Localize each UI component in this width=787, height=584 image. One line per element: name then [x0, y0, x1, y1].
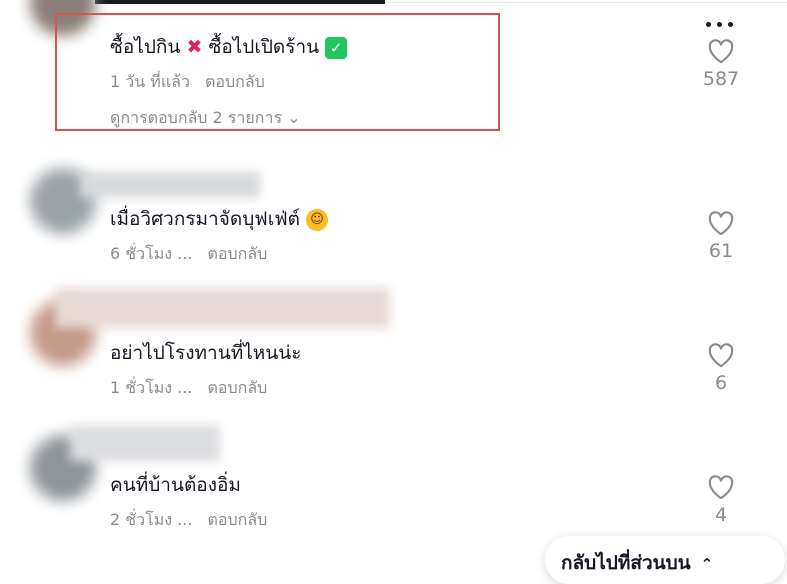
comment-time: 6 ชั่วโมง ...	[110, 244, 193, 263]
divider	[385, 2, 787, 3]
video-progress-bar	[95, 0, 385, 4]
username[interactable]	[80, 172, 260, 198]
comment-text-part: อย่าไปโรงทานที่ไหนน่ะ	[110, 342, 302, 364]
like-button[interactable]: 587	[691, 38, 751, 90]
heart-outline-icon	[708, 39, 734, 64]
comment-text: เมื่อวิศวกรมาจัดบุฟเฟ่ต์ ☺	[110, 206, 329, 232]
comment-text: อย่าไปโรงทานที่ไหนน่ะ	[110, 340, 301, 366]
reply-button[interactable]: ตอบกลับ	[208, 510, 268, 529]
like-count: 4	[714, 504, 728, 526]
like-count: 6	[714, 372, 728, 394]
highlight-box	[55, 13, 500, 131]
comment-meta: 1 ชั่วโมง ... ตอบกลับ	[110, 378, 301, 398]
laughing-emoji: ☺	[306, 208, 329, 231]
more-horizontal-icon	[706, 22, 711, 27]
heart-outline-icon	[708, 475, 734, 500]
heart-outline-icon	[708, 343, 734, 368]
comment-meta: 6 ชั่วโมง ... ตอบกลับ	[110, 244, 328, 264]
heart-outline-icon	[708, 211, 734, 236]
comment-item: คนที่บ้านต้องอิ่ม 2 ชั่วโมง ... ตอบกลับ	[110, 472, 267, 530]
comment-time: 2 ชั่วโมง ...	[110, 510, 193, 529]
reply-button[interactable]: ตอบกลับ	[208, 378, 268, 397]
username[interactable]	[55, 288, 390, 328]
like-button[interactable]: 6	[691, 342, 751, 394]
like-button[interactable]: 61	[691, 210, 751, 262]
comment-item: อย่าไปโรงทานที่ไหนน่ะ 1 ชั่วโมง ... ตอบก…	[110, 340, 301, 398]
more-dot	[717, 22, 722, 27]
comment-text-part: เมื่อวิศวกรมาจัดบุฟเฟ่ต์	[110, 208, 300, 230]
username[interactable]	[70, 425, 220, 461]
like-count: 587	[702, 68, 740, 90]
comment-item: เมื่อวิศวกรมาจัดบุฟเฟ่ต์ ☺ 6 ชั่วโมง ...…	[110, 206, 329, 264]
comment-text-part: คนที่บ้านต้องอิ่ม	[110, 474, 241, 496]
like-count: 61	[708, 240, 734, 262]
more-dot	[728, 22, 733, 27]
like-button[interactable]: 4	[691, 474, 751, 526]
comment-time: 1 ชั่วโมง ...	[110, 378, 193, 397]
more-options-button[interactable]	[703, 12, 743, 27]
reply-button[interactable]: ตอบกลับ	[208, 244, 268, 263]
comment-text: คนที่บ้านต้องอิ่ม	[110, 472, 267, 498]
back-to-top-label: กลับไปที่ส่วนบน	[561, 552, 691, 574]
chevron-up-icon: ⌃	[700, 555, 714, 573]
comment-meta: 2 ชั่วโมง ... ตอบกลับ	[110, 510, 267, 530]
back-to-top-button[interactable]: กลับไปที่ส่วนบน ⌃	[545, 536, 785, 584]
